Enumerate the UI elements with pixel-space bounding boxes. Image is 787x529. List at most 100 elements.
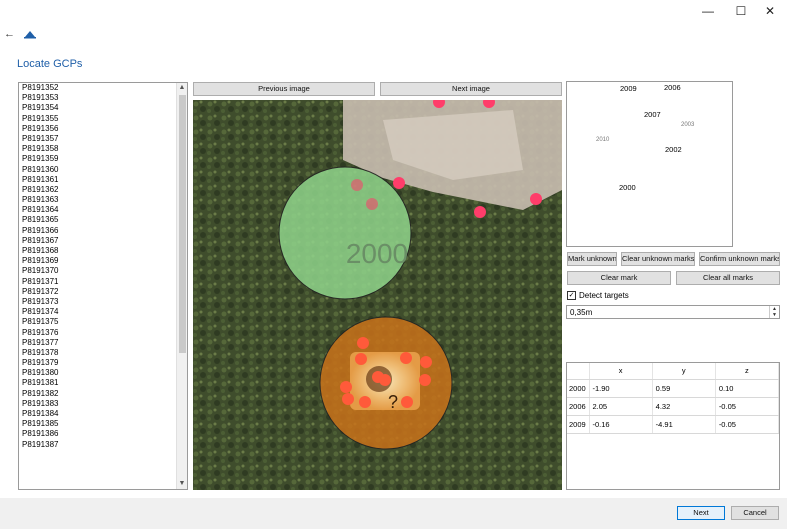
list-item[interactable]: P8191367: [19, 236, 177, 246]
list-item[interactable]: P8191358: [19, 144, 177, 154]
list-item[interactable]: P8191361: [19, 175, 177, 185]
scroll-up-arrow-icon[interactable]: ▲: [177, 83, 187, 93]
toolbar: ←: [0, 26, 120, 44]
gcp-label-2006[interactable]: 2006: [664, 83, 681, 92]
previous-image-button[interactable]: Previous image: [193, 82, 375, 96]
gcp-label-2002[interactable]: 2002: [665, 145, 682, 154]
list-item[interactable]: P8191379: [19, 358, 177, 368]
list-item[interactable]: P8191371: [19, 277, 177, 287]
close-button[interactable]: ✕: [762, 3, 778, 19]
list-item[interactable]: P8191353: [19, 93, 177, 103]
image-list-scrollbar[interactable]: ▲ ▼: [176, 83, 187, 489]
image-list-items: P8191352 P8191353 P8191354 P8191355 P8191356…: [19, 83, 177, 450]
list-item[interactable]: P8191384: [19, 409, 177, 419]
table-row[interactable]: 2000 -1.90 0.59 0.10: [567, 379, 780, 398]
spin-arrows[interactable]: ▲ ▼: [769, 306, 779, 318]
list-item[interactable]: P8191374: [19, 307, 177, 317]
gcp-id-cell: 2006: [567, 397, 590, 416]
coordinate-cell: -0.16: [589, 415, 653, 434]
aerial-photo: 2000 ?: [193, 100, 562, 490]
list-item[interactable]: P8191357: [19, 134, 177, 144]
list-item[interactable]: P8191385: [19, 419, 177, 429]
gcp-coordinates-table: xyz 2000 -1.90 0.59 0.10 2006 2.05 4.32 -0.05 20…: [566, 362, 780, 490]
column-header: [567, 363, 590, 380]
list-item[interactable]: P8191386: [19, 429, 177, 439]
list-item[interactable]: P8191380: [19, 368, 177, 378]
drone-app-icon: [24, 29, 36, 41]
clear-unknown-marks-button[interactable]: Clear unknown marks: [621, 252, 695, 266]
column-header: z: [715, 363, 780, 380]
coordinate-cell: 0.59: [652, 379, 716, 398]
list-item[interactable]: P8191355: [19, 114, 177, 124]
list-item[interactable]: P8191368: [19, 246, 177, 256]
coordinate-cell: 2.05: [589, 397, 653, 416]
list-item[interactable]: P8191366: [19, 226, 177, 236]
image-view[interactable]: 2000 ?: [193, 100, 562, 490]
list-item[interactable]: P8191377: [19, 338, 177, 348]
unknown-marker-label: ?: [388, 392, 398, 412]
gcp-id-cell: 2000: [567, 379, 590, 398]
coordinate-cell: 4.32: [652, 397, 716, 416]
spin-down-icon[interactable]: ▼: [770, 312, 779, 318]
table-row[interactable]: 2006 2.05 4.32 -0.05: [567, 397, 780, 416]
list-item[interactable]: P8191381: [19, 378, 177, 388]
detect-targets-label: Detect targets: [579, 291, 629, 300]
list-item[interactable]: P8191359: [19, 154, 177, 164]
list-item[interactable]: P8191376: [19, 328, 177, 338]
coordinate-cell: -0.05: [715, 415, 780, 434]
list-item[interactable]: P8191378: [19, 348, 177, 358]
next-button[interactable]: Next: [677, 506, 725, 520]
page-title: Locate GCPs: [17, 58, 83, 70]
marker-label-2000: 2000: [346, 238, 408, 269]
coordinate-cell: -0.05: [715, 397, 780, 416]
back-arrow-icon[interactable]: ←: [4, 28, 15, 40]
list-item[interactable]: P8191364: [19, 205, 177, 215]
list-item[interactable]: P8191356: [19, 124, 177, 134]
list-item[interactable]: P8191387: [19, 440, 177, 450]
gcp-label-2003[interactable]: 2003: [681, 122, 694, 128]
coordinate-cell: -4.91: [652, 415, 716, 434]
list-item[interactable]: P8191354: [19, 103, 177, 113]
maximize-button[interactable]: ☐: [733, 3, 749, 19]
list-item[interactable]: P8191373: [19, 297, 177, 307]
detect-targets-checkbox[interactable]: ✓: [567, 291, 576, 300]
gcp-label-2000[interactable]: 2000: [619, 183, 636, 192]
clear-all-marks-button[interactable]: Clear all marks: [676, 271, 780, 285]
list-item[interactable]: P8191365: [19, 215, 177, 225]
coordinate-cell: 0.10: [715, 379, 780, 398]
cancel-button[interactable]: Cancel: [731, 506, 779, 520]
coordinate-cell: -1.90: [589, 379, 653, 398]
column-header: y: [652, 363, 716, 380]
list-item[interactable]: P8191383: [19, 399, 177, 409]
title-bar: — ☐ ✕: [0, 0, 787, 22]
list-item[interactable]: P8191363: [19, 195, 177, 205]
list-item[interactable]: P8191370: [19, 266, 177, 276]
target-size-value: 0,35m: [570, 308, 593, 317]
mark-unknown-button[interactable]: Mark unknown: [567, 252, 617, 266]
gcp-id-cell: 2009: [567, 415, 590, 434]
minimize-button[interactable]: —: [700, 3, 716, 19]
list-item[interactable]: P8191362: [19, 185, 177, 195]
target-size-spinbox[interactable]: 0,35m ▲ ▼: [566, 305, 780, 319]
scroll-down-arrow-icon[interactable]: ▼: [177, 479, 187, 489]
column-header: x: [589, 363, 653, 380]
list-item[interactable]: P8191352: [19, 83, 177, 93]
gcp-label-2007[interactable]: 2007: [644, 110, 661, 119]
confirm-unknown-marks-button[interactable]: Confirm unknown marks: [699, 252, 780, 266]
scroll-thumb[interactable]: [179, 95, 186, 353]
list-item[interactable]: P8191382: [19, 389, 177, 399]
clear-mark-button[interactable]: Clear mark: [567, 271, 671, 285]
image-list[interactable]: P8191352 P8191353 P8191354 P8191355 P8191356…: [18, 82, 188, 490]
list-item[interactable]: P8191369: [19, 256, 177, 266]
table-header-row: xyz: [567, 363, 780, 380]
gcp-label-2010[interactable]: 2010: [596, 137, 609, 143]
footer-bar: Next Cancel: [0, 498, 787, 529]
list-item[interactable]: P8191372: [19, 287, 177, 297]
next-image-button[interactable]: Next image: [380, 82, 562, 96]
list-item[interactable]: P8191375: [19, 317, 177, 327]
table-row[interactable]: 2009 -0.16 -4.91 -0.05: [567, 415, 780, 434]
gcp-label-2009[interactable]: 2009: [620, 84, 637, 93]
gcp-overview-map[interactable]: 2009 2006 2007 2003 2010 2002 2000: [566, 81, 733, 247]
detect-targets-row[interactable]: ✓ Detect targets: [567, 291, 629, 300]
list-item[interactable]: P8191360: [19, 165, 177, 175]
